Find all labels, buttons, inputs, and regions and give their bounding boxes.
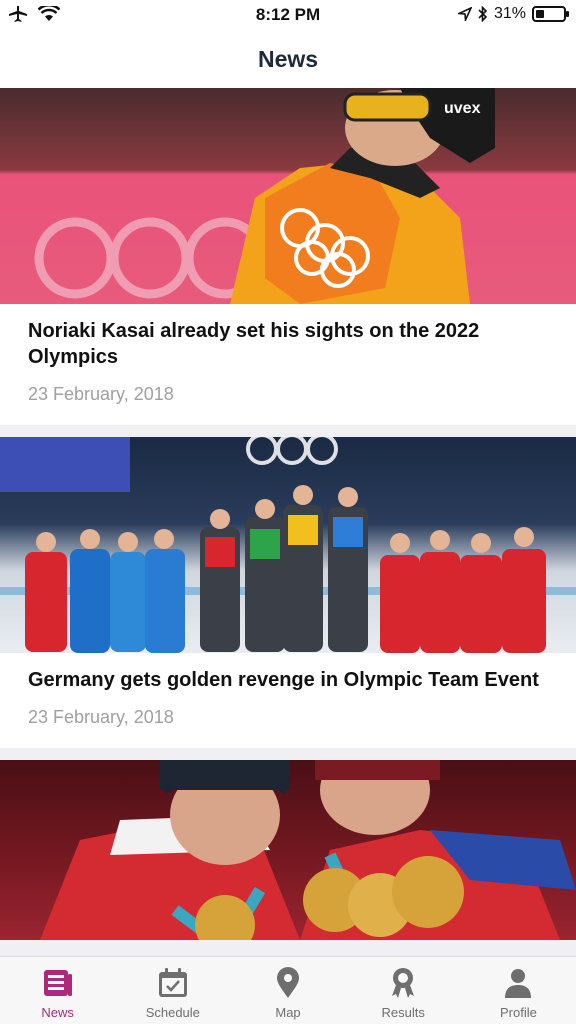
article-image[interactable] xyxy=(0,760,576,940)
tab-results[interactable]: Results xyxy=(346,957,461,1024)
news-feed[interactable]: uvex Noriaki Kasai already set his sight… xyxy=(0,88,576,956)
article-image[interactable] xyxy=(0,437,576,653)
article-date: 23 February, 2018 xyxy=(28,707,174,727)
tab-label[interactable]: Profile xyxy=(500,1005,537,1020)
location-arrow-icon xyxy=(457,7,472,21)
article-title[interactable]: Germany gets golden revenge in Olympic T… xyxy=(28,667,548,693)
article-date: 23 February, 2018 xyxy=(28,384,174,404)
medal-icon[interactable] xyxy=(385,965,421,1001)
news-card[interactable] xyxy=(0,760,576,940)
tab-bar: News Schedule Map Results Profile xyxy=(0,956,576,1024)
battery-level xyxy=(536,10,544,18)
nav-bar: News xyxy=(0,30,576,88)
news-card[interactable]: Germany gets golden revenge in Olympic T… xyxy=(0,437,576,748)
battery-icon xyxy=(532,6,569,22)
tab-label[interactable]: Schedule xyxy=(146,1005,200,1020)
status-right: 31% xyxy=(457,5,569,23)
bluetooth-icon xyxy=(478,6,488,22)
status-bar: 8:12 PM 31% xyxy=(0,0,576,30)
map-pin-icon[interactable] xyxy=(270,965,306,1001)
card-body[interactable]: Germany gets golden revenge in Olympic T… xyxy=(0,653,576,748)
tab-news[interactable]: News xyxy=(0,957,115,1024)
card-body[interactable]: Noriaki Kasai already set his sights on … xyxy=(0,304,576,425)
tab-label[interactable]: Map xyxy=(275,1005,300,1020)
tab-map[interactable]: Map xyxy=(230,957,345,1024)
article-title[interactable]: Noriaki Kasai already set his sights on … xyxy=(28,318,548,370)
tab-profile[interactable]: Profile xyxy=(461,957,576,1024)
medalists-illustration xyxy=(40,760,576,940)
battery-percent: 31% xyxy=(493,5,526,22)
tab-label[interactable]: Results xyxy=(382,1005,425,1020)
tab-label[interactable]: News xyxy=(41,1005,74,1020)
helmet-brand: uvex xyxy=(444,100,481,117)
article-image[interactable]: uvex xyxy=(0,88,576,304)
news-icon[interactable] xyxy=(40,965,76,1001)
page-title: News xyxy=(257,46,319,72)
calendar-icon[interactable] xyxy=(155,965,191,1001)
ski-jumper-illustration: uvex xyxy=(34,88,495,304)
person-icon[interactable] xyxy=(500,965,536,1001)
tab-schedule[interactable]: Schedule xyxy=(115,957,230,1024)
team-podium-illustration xyxy=(0,437,576,653)
news-card[interactable]: uvex Noriaki Kasai already set his sight… xyxy=(0,88,576,425)
